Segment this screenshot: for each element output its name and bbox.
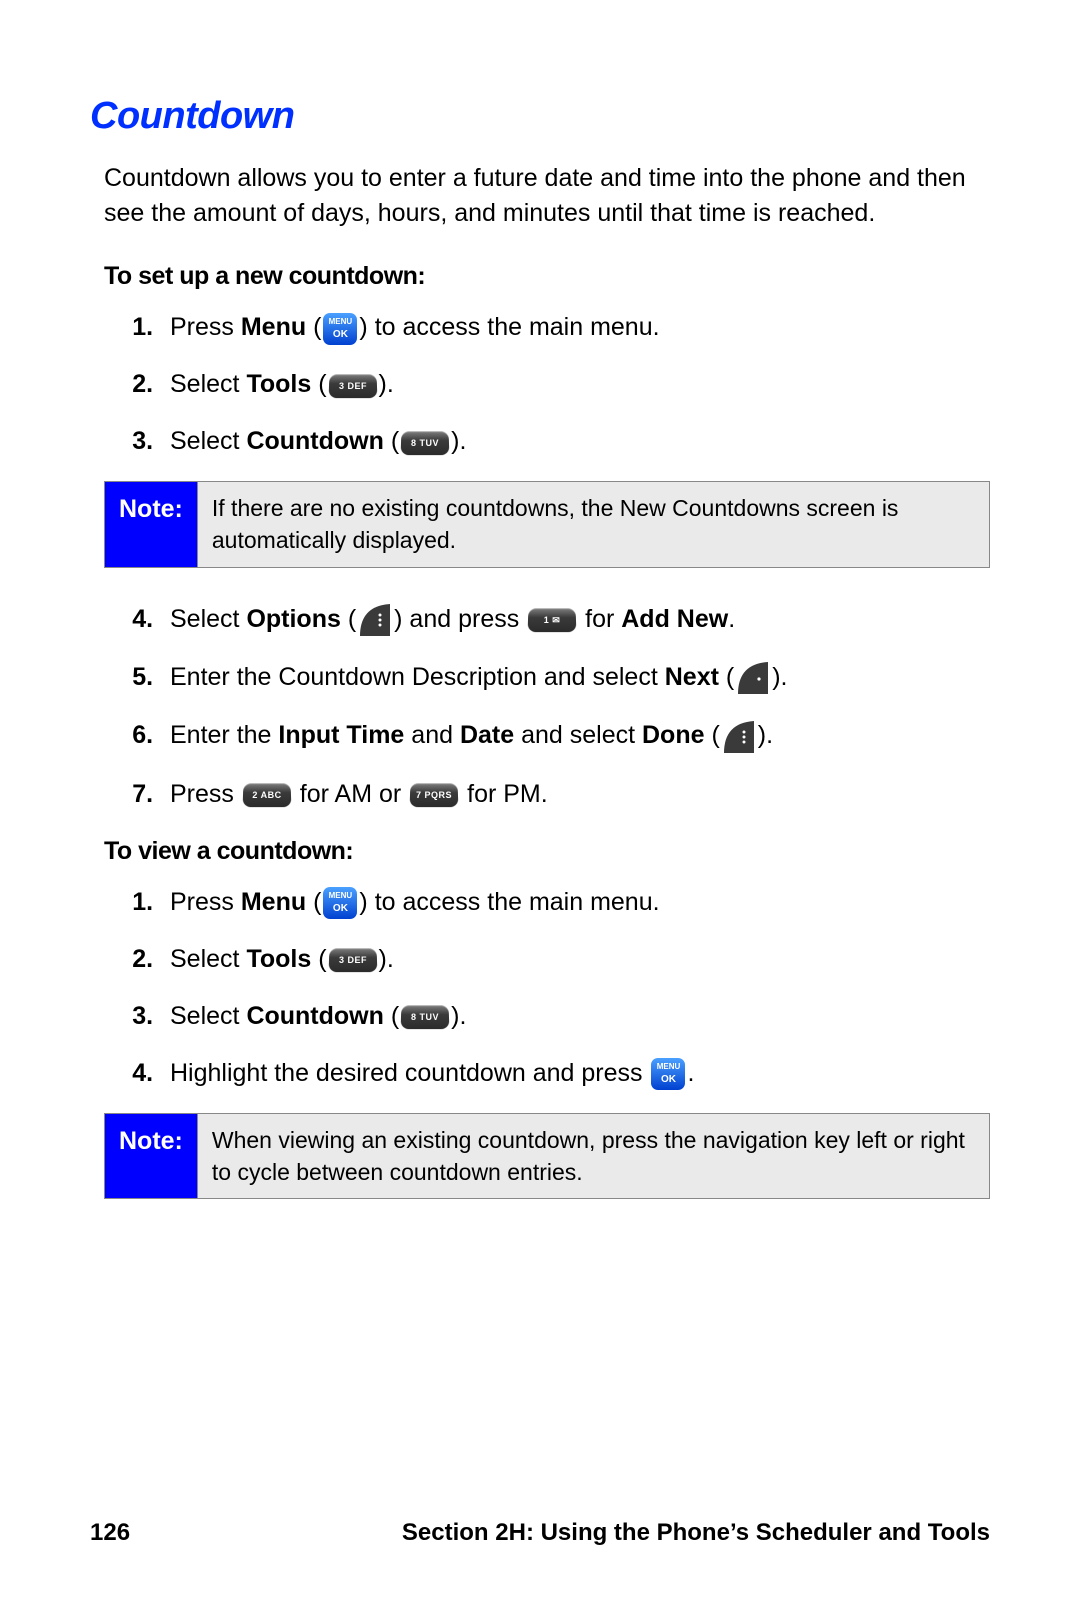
text: ) to access the main menu.	[359, 888, 659, 916]
view-step-4: Highlight the desired countdown and pres…	[160, 1056, 990, 1091]
setup-step-6: Enter the Input Time and Date and select…	[160, 718, 990, 754]
text: (	[311, 945, 326, 973]
text-bold: Next	[665, 663, 719, 691]
text: for AM or	[293, 780, 408, 808]
text: Select	[170, 1002, 246, 1030]
text: Press	[170, 313, 241, 341]
text: Select	[170, 605, 246, 633]
note-text: When viewing an existing countdown, pres…	[198, 1114, 989, 1198]
page-number: 126	[90, 1516, 130, 1550]
text: (	[705, 721, 720, 749]
text-bold: Menu	[241, 888, 306, 916]
text: for PM.	[460, 780, 548, 808]
text: Press	[170, 780, 241, 808]
view-step-3: Select Countdown ().	[160, 999, 990, 1034]
text: for	[578, 605, 621, 633]
text: and	[404, 721, 460, 749]
text-bold: Tools	[246, 945, 311, 973]
key-8-icon	[401, 1005, 450, 1029]
setup-step-4: Select Options ( ) and press for Add New.	[160, 602, 990, 638]
menu-ok-icon	[651, 1058, 685, 1090]
setup-step-5: Enter the Countdown Description and sele…	[160, 660, 990, 696]
page-title: Countdown	[90, 90, 990, 143]
note-label: Note:	[105, 482, 198, 566]
note-box-1: Note: If there are no existing countdown…	[104, 481, 990, 567]
key-7-icon	[410, 783, 459, 807]
text: (	[306, 313, 321, 341]
text: ).	[379, 945, 394, 973]
text: Press	[170, 888, 241, 916]
text: (	[384, 1002, 399, 1030]
text: (	[311, 370, 326, 398]
note-text: If there are no existing countdowns, the…	[198, 482, 989, 566]
setup-step-1: Press Menu ( ) to access the main menu.	[160, 310, 990, 345]
text: (	[306, 888, 321, 916]
text: ).	[758, 721, 773, 749]
text: Select	[170, 945, 246, 973]
key-2-icon	[242, 783, 291, 807]
text: Enter the Countdown Description and sele…	[170, 663, 665, 691]
text: .	[687, 1059, 694, 1087]
text: Highlight the desired countdown and pres…	[170, 1059, 649, 1087]
text: ).	[451, 1002, 466, 1030]
text: (	[384, 427, 399, 455]
text-bold: Add New	[621, 605, 728, 633]
menu-ok-icon	[323, 313, 357, 345]
text-bold: Tools	[246, 370, 311, 398]
view-step-1: Press Menu ( ) to access the main menu.	[160, 885, 990, 920]
text-bold: Input Time	[278, 721, 404, 749]
view-step-2: Select Tools ().	[160, 942, 990, 977]
text: (	[719, 663, 734, 691]
intro-paragraph: Countdown allows you to enter a future d…	[104, 161, 990, 231]
setup-heading: To set up a new countdown:	[104, 259, 990, 294]
text-bold: Options	[246, 605, 340, 633]
text: (	[341, 605, 356, 633]
text-bold: Countdown	[246, 1002, 383, 1030]
text: Select	[170, 370, 246, 398]
text: and select	[514, 721, 642, 749]
view-heading: To view a countdown:	[104, 834, 990, 869]
text: ) and press	[394, 605, 526, 633]
key-8-icon	[401, 431, 450, 455]
menu-ok-icon	[323, 887, 357, 919]
page-footer: 126 Section 2H: Using the Phone’s Schedu…	[90, 1516, 990, 1550]
text: Select	[170, 427, 246, 455]
key-3-icon	[328, 374, 377, 398]
text: ).	[379, 370, 394, 398]
text-bold: Done	[642, 721, 705, 749]
text: .	[728, 605, 735, 633]
text: ).	[772, 663, 787, 691]
setup-step-3: Select Countdown ().	[160, 424, 990, 459]
softkey-right-icon	[722, 719, 756, 755]
softkey-right-icon	[358, 602, 392, 638]
softkey-right-icon	[736, 660, 770, 696]
text-bold: Date	[460, 721, 514, 749]
text-bold: Menu	[241, 313, 306, 341]
text: Enter the	[170, 721, 278, 749]
key-3-icon	[328, 948, 377, 972]
text-bold: Countdown	[246, 427, 383, 455]
section-title: Section 2H: Using the Phone’s Scheduler …	[402, 1516, 990, 1550]
note-box-2: Note: When viewing an existing countdown…	[104, 1113, 990, 1199]
key-1-icon	[528, 608, 577, 632]
text: ) to access the main menu.	[359, 313, 659, 341]
setup-step-7: Press for AM or for PM.	[160, 777, 990, 812]
setup-step-2: Select Tools ().	[160, 367, 990, 402]
text: ).	[451, 427, 466, 455]
note-label: Note:	[105, 1114, 198, 1198]
